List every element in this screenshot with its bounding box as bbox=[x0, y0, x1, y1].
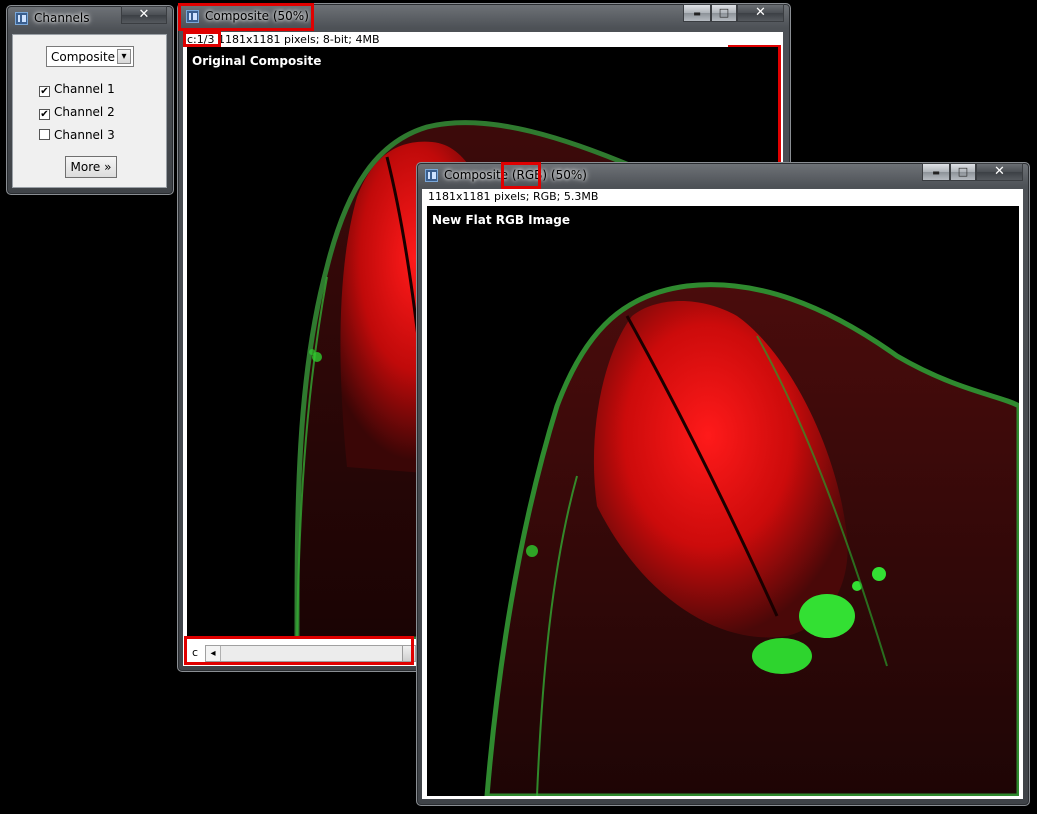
rgb-minimize-button[interactable]: ▬ bbox=[922, 163, 950, 181]
channels-panel: Composite ▾ ✔ Channel 1 ✔ Channel 2 Channe… bbox=[12, 34, 167, 188]
composite-title: Composite (50%) bbox=[205, 9, 309, 23]
rgb-image-canvas[interactable]: New Flat RGB Image bbox=[427, 206, 1019, 796]
rgb-info-bar: 1181x1181 pixels; RGB; 5.3MB bbox=[428, 190, 599, 203]
channel-3-row[interactable]: Channel 3 bbox=[39, 128, 115, 142]
scroll-left-arrow-icon[interactable]: ◂ bbox=[206, 646, 221, 661]
channel-1-label: Channel 1 bbox=[54, 82, 115, 96]
mode-select-value: Composite bbox=[51, 50, 116, 64]
minimize-icon: ▬ bbox=[693, 9, 701, 18]
channel-2-row[interactable]: ✔ Channel 2 bbox=[39, 105, 115, 120]
close-icon: ✕ bbox=[138, 7, 150, 22]
channel-scrollbar[interactable]: ◂ bbox=[205, 645, 416, 662]
composite-maximize-button[interactable]: □ bbox=[711, 4, 737, 22]
channel-2-checkbox[interactable]: ✔ bbox=[39, 109, 50, 120]
rgb-content: 1181x1181 pixels; RGB; 5.3MB New Flat RG… bbox=[422, 189, 1023, 799]
rgb-title-highlight: (RGB) bbox=[511, 168, 548, 182]
channel-indicator: c:1/3 bbox=[187, 33, 215, 46]
maximize-icon: □ bbox=[957, 165, 969, 178]
channel-2-label: Channel 2 bbox=[54, 105, 115, 119]
imagej-icon bbox=[186, 10, 199, 23]
channels-title: Channels bbox=[34, 11, 90, 25]
mode-select[interactable]: Composite ▾ bbox=[46, 46, 134, 67]
scroll-thumb[interactable] bbox=[402, 646, 415, 661]
channel-slider-label: c bbox=[192, 646, 199, 659]
rgb-tissue-image bbox=[484, 282, 1019, 796]
channel-3-checkbox[interactable] bbox=[39, 129, 50, 140]
rgb-image-label: New Flat RGB Image bbox=[432, 213, 570, 227]
imagej-icon bbox=[425, 169, 438, 182]
maximize-icon: □ bbox=[718, 6, 730, 19]
channels-close-button[interactable]: ✕ bbox=[121, 6, 167, 24]
rgb-window: Composite (RGB) (50%) ▬ □ ✕ 1181x1181 pi… bbox=[416, 162, 1030, 806]
channels-titlebar[interactable]: Channels ✕ bbox=[7, 6, 173, 32]
rgb-close-button[interactable]: ✕ bbox=[976, 163, 1023, 181]
composite-image-info: 1181x1181 pixels; 8-bit; 4MB bbox=[214, 33, 380, 46]
rgb-title: Composite (RGB) (50%) bbox=[444, 168, 587, 182]
imagej-icon bbox=[15, 12, 28, 25]
composite-titlebar[interactable]: Composite (50%) ▬ □ ✕ bbox=[178, 4, 790, 30]
minimize-icon: ▬ bbox=[932, 168, 940, 177]
close-icon: ✕ bbox=[994, 164, 1005, 179]
composite-info-bar: c:1/3 1181x1181 pixels; 8-bit; 4MB bbox=[187, 33, 380, 46]
rgb-maximize-button[interactable]: □ bbox=[950, 163, 976, 181]
composite-image-label: Original Composite bbox=[192, 54, 322, 68]
composite-minimize-button[interactable]: ▬ bbox=[683, 4, 711, 22]
rgb-title-part1: Composite bbox=[444, 168, 512, 182]
composite-close-button[interactable]: ✕ bbox=[737, 4, 784, 22]
channels-window: Channels ✕ Composite ▾ ✔ Channel 1 ✔ Chann… bbox=[6, 5, 174, 195]
channel-1-checkbox[interactable]: ✔ bbox=[39, 86, 50, 97]
more-button[interactable]: More » bbox=[65, 156, 117, 178]
close-icon: ✕ bbox=[755, 5, 766, 20]
rgb-title-part2: (50%) bbox=[547, 168, 587, 182]
channel-1-row[interactable]: ✔ Channel 1 bbox=[39, 82, 115, 97]
dropdown-arrow-icon[interactable]: ▾ bbox=[117, 49, 131, 64]
channel-3-label: Channel 3 bbox=[54, 128, 115, 142]
rgb-titlebar[interactable]: Composite (RGB) (50%) ▬ □ ✕ bbox=[417, 163, 1029, 189]
